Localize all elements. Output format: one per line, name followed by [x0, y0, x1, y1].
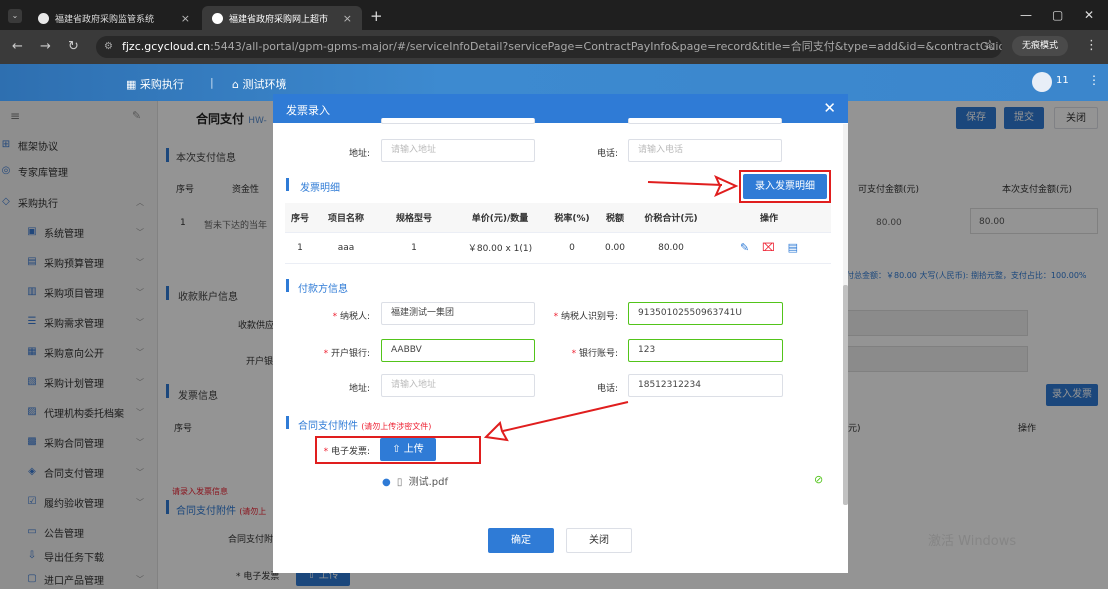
annotation-arrow-head	[714, 175, 739, 197]
annotation-arrow-line	[647, 181, 723, 186]
annotation-arrow-line	[502, 401, 629, 432]
annotation-arrows	[483, 175, 739, 442]
